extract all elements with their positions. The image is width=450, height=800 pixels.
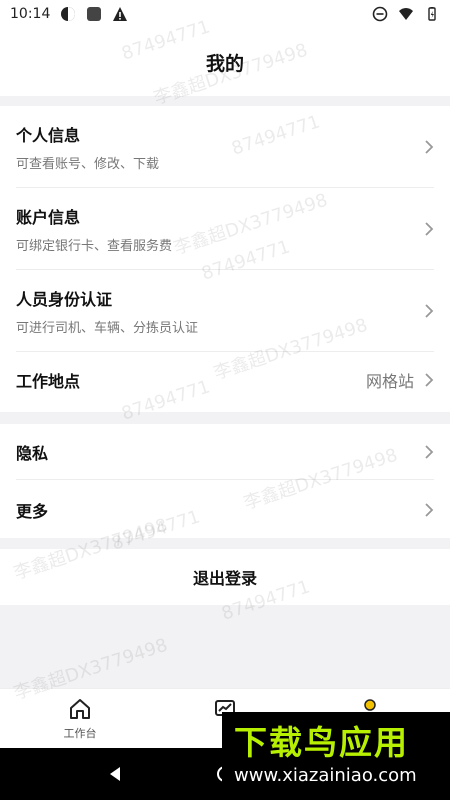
menu-item-right <box>424 221 434 237</box>
square-status-icon <box>87 7 102 21</box>
menu-item-subtitle: 可绑定银行卡、查看服务费 <box>16 238 173 254</box>
menu-item-more[interactable]: 更多 <box>16 482 434 538</box>
menu-item-title: 个人信息 <box>16 125 81 145</box>
menu-item-identity-verification[interactable]: 人员身份认证 可进行司机、车辆、分拣员认证 <box>16 270 434 352</box>
status-time: 10:14 <box>10 6 51 22</box>
chevron-right-icon <box>425 373 434 387</box>
profile-settings-group: 个人信息 可查看账号、修改、下载 账户信息 可绑定银行卡、查看服务费 人员身份认… <box>0 106 450 412</box>
home-icon <box>70 699 90 719</box>
app-status-icon <box>61 7 76 21</box>
status-bar: 10:14 <box>0 0 450 28</box>
status-right <box>372 6 440 22</box>
menu-item-texts: 工作地点 <box>16 368 80 392</box>
status-left: 10:14 <box>10 6 128 22</box>
menu-item-right <box>424 139 434 155</box>
screen: 10:14 我的 个人信息 可查看账号、修改、下载 账户信息 可绑定银行卡、查看… <box>0 0 450 800</box>
menu-item-right <box>424 444 434 460</box>
menu-item-texts: 个人信息 可查看账号、修改、下载 <box>16 122 159 172</box>
ad-overlay[interactable]: 下载鸟应用 www.xiazainiao.com <box>222 712 450 800</box>
logout-label: 退出登录 <box>192 569 257 588</box>
warning-icon <box>113 7 128 21</box>
logout-button[interactable]: 退出登录 <box>0 549 450 605</box>
menu-item-work-location[interactable]: 工作地点 网格站 <box>16 352 434 408</box>
menu-item-privacy[interactable]: 隐私 <box>16 424 434 480</box>
menu-item-texts: 账户信息 可绑定银行卡、查看服务费 <box>16 204 172 254</box>
page-title: 我的 <box>205 52 244 75</box>
menu-item-subtitle: 可进行司机、车辆、分拣员认证 <box>16 320 199 336</box>
menu-item-texts: 隐私 <box>16 440 48 464</box>
battery-icon <box>428 7 436 21</box>
menu-item-title: 隐私 <box>16 443 49 463</box>
menu-item-texts: 人员身份认证 可进行司机、车辆、分拣员认证 <box>16 286 198 336</box>
page-header: 我的 <box>0 28 450 96</box>
menu-item-right <box>424 303 434 319</box>
chevron-right-icon <box>425 221 434 236</box>
menu-item-texts: 更多 <box>16 498 48 522</box>
chevron-right-icon <box>425 303 434 318</box>
chevron-right-icon <box>425 444 434 459</box>
nav-item-workbench[interactable]: 工作台 <box>40 697 120 741</box>
menu-item-personal-info[interactable]: 个人信息 可查看账号、修改、下载 <box>16 106 434 188</box>
do-not-disturb-icon <box>372 6 388 22</box>
menu-item-right <box>424 502 434 518</box>
menu-item-account-info[interactable]: 账户信息 可绑定银行卡、查看服务费 <box>16 188 434 270</box>
back-icon[interactable] <box>106 765 124 783</box>
menu-item-title: 更多 <box>16 502 49 521</box>
menu-item-right: 网格站 <box>366 368 434 392</box>
ad-url: www.xiazainiao.com <box>234 765 417 786</box>
menu-item-title: 人员身份认证 <box>16 289 113 309</box>
chevron-right-icon <box>425 139 434 154</box>
menu-item-title: 工作地点 <box>16 372 81 391</box>
more-settings-group: 隐私 更多 <box>0 424 450 538</box>
ad-brand: 下载鸟应用 <box>234 723 409 762</box>
wifi-icon <box>399 8 413 20</box>
menu-item-title: 账户信息 <box>16 207 81 227</box>
menu-item-subtitle: 可查看账号、修改、下载 <box>16 156 160 172</box>
chevron-right-icon <box>425 503 434 517</box>
nav-label: 工作台 <box>63 727 97 740</box>
work-location-value: 网格站 <box>365 372 414 391</box>
